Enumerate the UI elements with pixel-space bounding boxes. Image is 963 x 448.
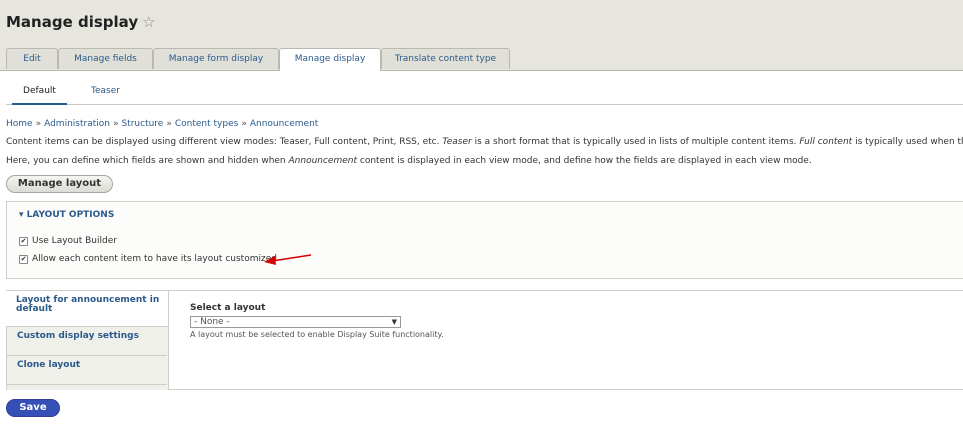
layout-pane: Select a layout - None - ▼ A layout must… [190,303,444,339]
tab-manage-display[interactable]: Manage display [279,48,381,71]
fields-description: Here, you can define which fields are sh… [6,156,812,166]
breadcrumb-home[interactable]: Home [6,119,33,129]
vtab-label: Layout for announcement in default [16,295,160,314]
layout-options-fieldset: ▾ LAYOUT OPTIONS ✔ Use Layout Builder ✔ … [6,201,963,279]
desc-emphasis: Teaser [442,137,472,147]
desc-text: is a short format that is typically used… [471,137,800,147]
annotation-arrow-icon [264,254,312,265]
tab-manage-fields[interactable]: Manage fields [58,48,153,69]
desc-text: is typically used when the conte [855,137,963,147]
desc-emphasis: Full content [799,137,853,147]
breadcrumb-content-types[interactable]: Content types [175,119,238,129]
tab-edit[interactable]: Edit [6,48,58,69]
allow-customize-checkbox[interactable]: ✔ [19,254,28,264]
allow-customize-row: ✔ Allow each content item to have its la… [19,254,277,264]
secondary-tabs: Default Teaser [6,80,963,105]
subtab-default[interactable]: Default [12,80,67,105]
manage-layout-button[interactable]: Manage layout [6,175,113,193]
tab-translate-content-type[interactable]: Translate content type [381,48,510,69]
breadcrumb-separator: » [166,119,172,129]
breadcrumb-separator: » [112,119,119,129]
save-button[interactable]: Save [6,399,60,417]
tab-manage-form-display[interactable]: Manage form display [153,48,279,69]
layout-select-value: - None - [194,317,230,327]
vtab-clone-layout[interactable]: Clone layout [7,356,167,385]
page-title: Manage display ☆ [6,13,156,31]
vertical-tabs-menu: Layout for announcement in default Custo… [6,291,169,390]
select-layout-label: Select a layout [190,303,266,313]
layout-select[interactable]: - None - ▼ [190,316,401,328]
breadcrumb-separator: » [241,119,247,129]
desc-text: Here, you can define which fields are sh… [6,156,289,166]
vtab-layout-for-announcement[interactable]: Layout for announcement in default [6,291,168,327]
layout-help-text: A layout must be selected to enable Disp… [190,330,444,339]
subtab-teaser[interactable]: Teaser [78,80,133,103]
breadcrumb-separator: » [35,119,42,129]
chevron-down-icon: ▼ [391,318,397,326]
desc-text: content is displayed in each view mode, … [357,156,812,166]
desc-text: Content items can be displayed using dif… [6,137,443,147]
star-icon[interactable]: ☆ [142,13,155,31]
layout-options-toggle[interactable]: ▾ LAYOUT OPTIONS [19,210,114,220]
use-layout-builder-label[interactable]: Use Layout Builder [32,236,117,246]
use-layout-builder-row: ✔ Use Layout Builder [19,236,117,246]
breadcrumb-administration[interactable]: Administration [44,119,110,129]
breadcrumb: Home» Administration» Structure» Content ty… [6,119,318,129]
page-title-text: Manage display [6,13,139,31]
use-layout-builder-checkbox[interactable]: ✔ [19,236,28,246]
breadcrumb-announcement[interactable]: Announcement [250,119,319,129]
allow-customize-label[interactable]: Allow each content item to have its layo… [32,254,277,264]
desc-emphasis: Announcement [288,156,358,166]
display-settings-vertical-tabs: Layout for announcement in default Custo… [6,290,963,390]
breadcrumb-structure[interactable]: Structure [121,119,163,129]
vtab-label: Custom display settings [17,331,139,341]
vtab-custom-display-settings[interactable]: Custom display settings [7,327,167,356]
vtab-label: Clone layout [17,360,81,370]
page-header: Manage display ☆ Edit Manage fields Manag… [0,0,963,71]
view-modes-description: Content items can be displayed using dif… [6,137,963,147]
